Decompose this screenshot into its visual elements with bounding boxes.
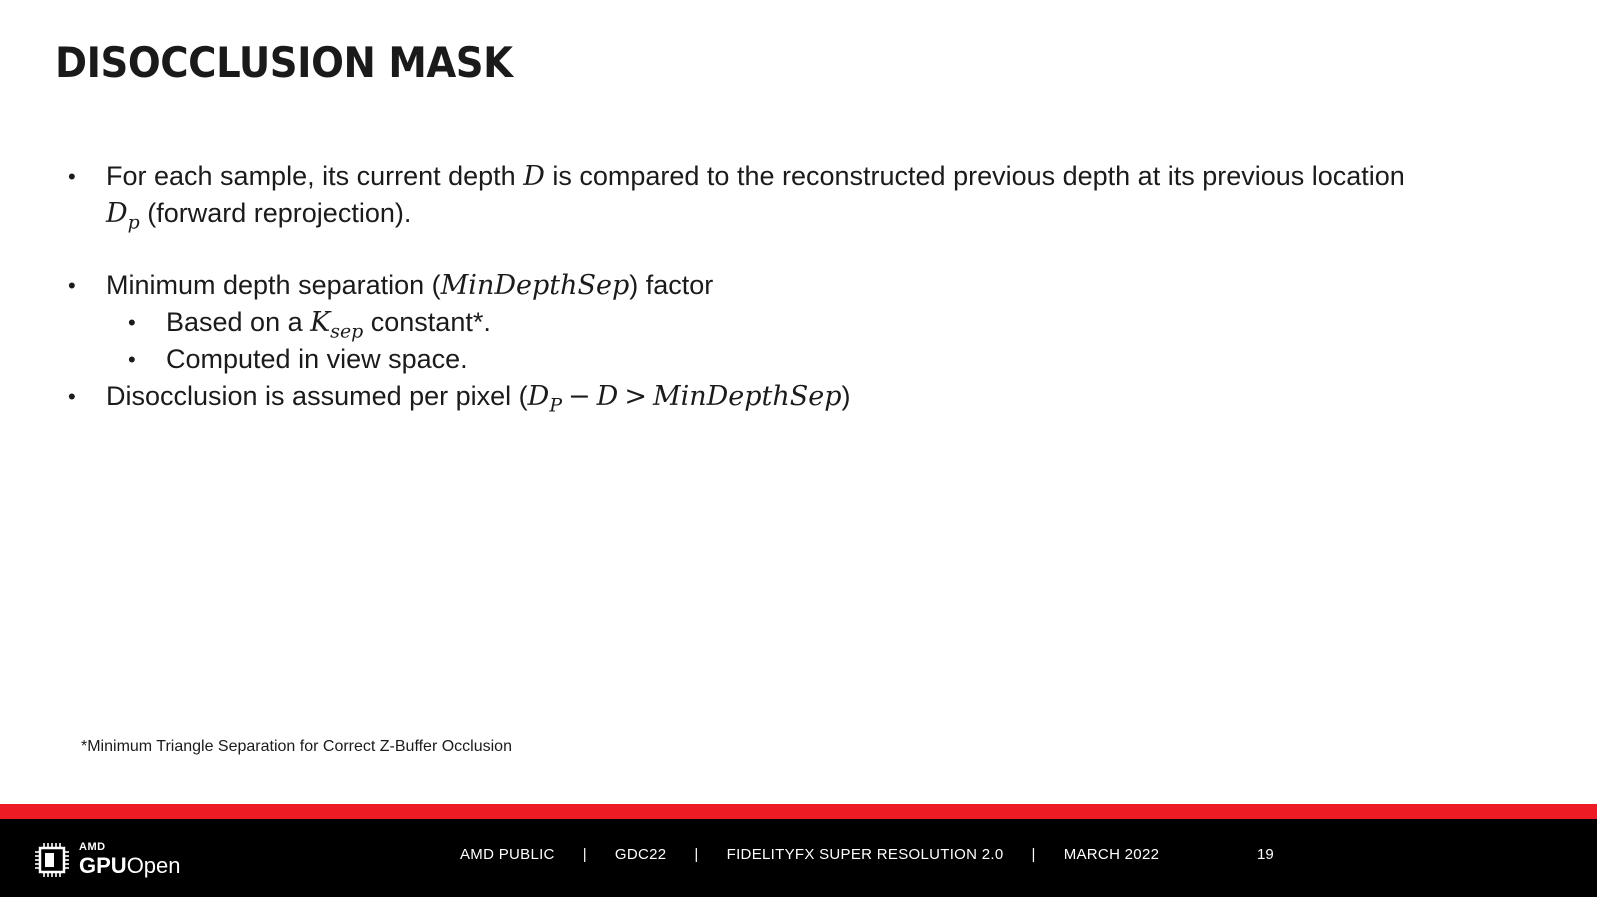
footer-event: GDC22 [614, 846, 667, 863]
bullet-item: • Minimum depth separation (MinDepthSep)… [62, 267, 1522, 304]
logo-amd: AMD [79, 841, 106, 853]
footer-separator: | [582, 846, 587, 863]
bullet-text: For each sample, its current depth [106, 161, 524, 191]
accent-bar [0, 804, 1597, 819]
footer-separator: | [1031, 846, 1036, 863]
bullet-text: is compared to the reconstructed previou… [544, 161, 1405, 191]
bullet-text: Minimum depth separation ( [106, 270, 441, 300]
math-disocclusion-formula: DP − D > MinDepthSep [527, 381, 842, 417]
bullet-text: (forward reprojection). [139, 198, 412, 228]
bullet-dot: • [68, 273, 76, 298]
footer-meta: AMD PUBLIC | GDC22 | FIDELITYFX SUPER RE… [460, 846, 1159, 863]
bullet-dot: • [68, 164, 76, 189]
bullet-dot: • [128, 310, 136, 335]
footnote: *Minimum Triangle Separation for Correct… [81, 738, 512, 755]
sub-bullet-item: • Based on a Ksep constant*. [62, 304, 1522, 341]
bullet-text: Computed in view space. [166, 344, 468, 374]
slide-title: DISOCCLUSION MASK [55, 38, 513, 87]
bullet-text: ) [841, 381, 851, 411]
math-depth: D [523, 161, 545, 192]
math-previous-depth: Dp [106, 198, 140, 234]
math-k-sep: Ksep [310, 307, 364, 343]
bullet-item: • For each sample, its current depth D i… [62, 158, 1522, 232]
gpuopen-logo: AMD GPUOpen [35, 841, 181, 879]
math-min-depth-sep: MinDepthSep [440, 270, 630, 301]
sub-bullet-item: • Computed in view space. [62, 341, 1522, 378]
bullet-dot: • [128, 347, 136, 372]
footer-separator: | [694, 846, 699, 863]
bullet-item: • Disocclusion is assumed per pixel (DP −… [62, 378, 1522, 415]
bullet-text: Based on a [166, 307, 311, 337]
footer: AMD GPUOpen AMD PUBLIC | GDC22 | FIDELIT… [0, 819, 1597, 897]
footer-date: MARCH 2022 [1063, 846, 1160, 863]
bullet-text: constant*. [363, 307, 491, 337]
bullet-text: Disocclusion is assumed per pixel ( [106, 381, 528, 411]
footer-topic: FIDELITYFX SUPER RESOLUTION 2.0 [726, 846, 1004, 863]
footer-classification: AMD PUBLIC [460, 846, 555, 863]
bullet-text: ) factor [629, 270, 714, 300]
page-number: 19 [1257, 846, 1274, 863]
chip-icon [35, 843, 69, 877]
slide-content: • For each sample, its current depth D i… [62, 158, 1522, 415]
bullet-dot: • [68, 384, 76, 409]
logo-gpuopen: GPUOpen [79, 853, 181, 878]
